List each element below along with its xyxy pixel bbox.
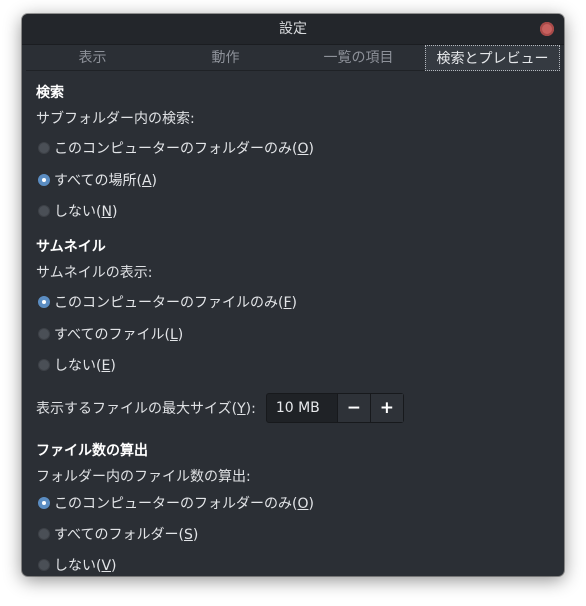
tab-behavior[interactable]: 動作 — [159, 45, 292, 71]
close-button[interactable] — [540, 22, 554, 36]
increment-button[interactable]: + — [369, 394, 403, 422]
file-count-option-local-folders[interactable]: このコンピューターのフォルダーのみ(O) — [38, 492, 314, 514]
search-section-title: 検索 — [36, 85, 64, 101]
max-file-size-row: 表示するファイルの最大サイズ(Y): 10 MB − + — [36, 393, 404, 423]
window-title: 設定 — [279, 21, 307, 37]
radio-button[interactable] — [38, 559, 50, 571]
max-file-size-spinbox: 10 MB − + — [265, 393, 404, 423]
max-file-size-input[interactable]: 10 MB — [267, 394, 337, 422]
titlebar: 設定 — [22, 14, 564, 45]
search-option-everywhere[interactable]: すべての場所(A) — [38, 169, 157, 191]
file-count-option-all-folders[interactable]: すべてのフォルダー(S) — [38, 523, 198, 545]
search-option-never[interactable]: しない(N) — [38, 200, 117, 222]
thumbnail-option-local-files[interactable]: このコンピューターのファイルのみ(F) — [38, 291, 297, 313]
thumbnail-option-all-files[interactable]: すべてのファイル(L) — [38, 323, 183, 345]
radio-button[interactable] — [38, 497, 50, 509]
radio-button[interactable] — [38, 296, 50, 308]
tab-search-preview[interactable]: 検索とプレビュー — [425, 45, 560, 71]
file-count-option-never[interactable]: しない(V) — [38, 554, 117, 576]
radio-button[interactable] — [38, 328, 50, 340]
thumbnail-option-never[interactable]: しない(E) — [38, 354, 116, 376]
radio-button[interactable] — [38, 205, 50, 217]
thumbnail-display-label: サムネイルの表示: — [36, 265, 153, 281]
radio-button[interactable] — [38, 142, 50, 154]
file-count-section-title: ファイル数の算出 — [36, 443, 148, 459]
radio-button[interactable] — [38, 528, 50, 540]
subfolder-search-label: サブフォルダー内の検索: — [36, 111, 195, 127]
tab-display[interactable]: 表示 — [26, 45, 159, 71]
max-file-size-label: 表示するファイルの最大サイズ(Y): — [36, 401, 256, 417]
decrement-button[interactable]: − — [336, 394, 370, 422]
file-count-label: フォルダー内のファイル数の算出: — [36, 469, 251, 485]
search-option-local-folders[interactable]: このコンピューターのフォルダーのみ(O) — [38, 137, 314, 159]
radio-button[interactable] — [38, 174, 50, 186]
thumbnail-section-title: サムネイル — [36, 239, 106, 255]
radio-button[interactable] — [38, 359, 50, 371]
tab-bar: 表示 動作 一覧の項目 検索とプレビュー — [26, 45, 560, 71]
preferences-window: 設定 表示 動作 一覧の項目 検索とプレビュー 検索 サブフォルダー内の検索: … — [22, 14, 564, 576]
tab-list-columns[interactable]: 一覧の項目 — [292, 45, 425, 71]
